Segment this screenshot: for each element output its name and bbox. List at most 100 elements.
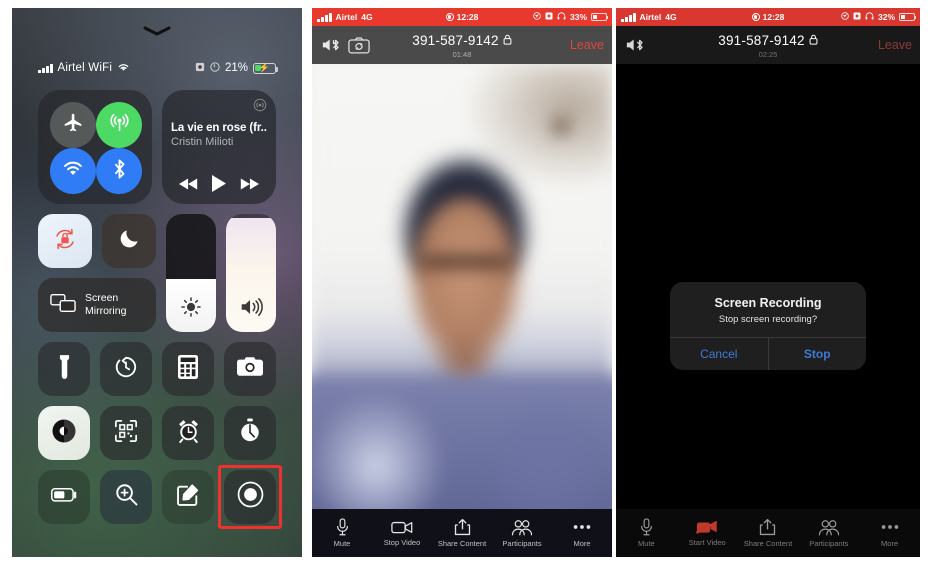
- bluetooth-toggle[interactable]: [96, 148, 142, 194]
- rewind-icon[interactable]: [178, 177, 199, 191]
- video-person-eyes: [420, 246, 510, 278]
- alert-message: Stop screen recording?: [718, 314, 818, 325]
- alarm-clock-icon: [176, 418, 201, 448]
- camera-button[interactable]: [224, 342, 276, 396]
- wifi-toggle[interactable]: [50, 148, 96, 194]
- screenshot-root: Airtel WiFi 21% ⚡ La vie en rose (fr... …: [0, 0, 938, 565]
- video-camera-icon: [391, 520, 413, 535]
- more-ellipsis-icon: [571, 518, 593, 536]
- rotation-lock-toggle[interactable]: [38, 214, 92, 268]
- toolbar-label: Share Content: [743, 539, 793, 548]
- battery-icon: [899, 13, 917, 21]
- stopwatch-icon: [238, 418, 262, 449]
- speaker-volume-icon: [226, 296, 276, 318]
- toolbar-item-more[interactable]: More: [859, 518, 920, 548]
- screen-record-indicator-icon: [195, 62, 205, 75]
- low-power-mode-toggle[interactable]: [38, 470, 90, 524]
- screen-record-indicator-icon: [751, 13, 760, 21]
- control-center-grid: La vie en rose (fr... Cristin Milioti Sc…: [38, 90, 282, 534]
- flashlight-icon: [59, 354, 70, 385]
- now-playing-pod[interactable]: La vie en rose (fr... Cristin Milioti: [162, 90, 276, 204]
- alert-overlay: Screen Recording Stop screen recording? …: [616, 64, 920, 509]
- fast-forward-icon[interactable]: [239, 177, 260, 191]
- video-feed-off[interactable]: Screen Recording Stop screen recording? …: [616, 64, 920, 509]
- toolbar-item-participants[interactable]: Participants: [798, 519, 859, 548]
- cellular-bars-icon: [38, 63, 53, 73]
- dark-mode-toggle[interactable]: [38, 406, 90, 460]
- brightness-slider[interactable]: [166, 214, 216, 332]
- speaker-mute-icon[interactable]: [320, 37, 346, 53]
- calculator-button[interactable]: [162, 342, 214, 396]
- track-artist: Cristin Milioti: [171, 136, 234, 148]
- track-title: La vie en rose (fr...: [171, 122, 267, 134]
- screen-mirroring-button[interactable]: Screen Mirroring: [38, 278, 156, 332]
- qr-code-icon: [114, 419, 138, 448]
- toolbar-item-more[interactable]: More: [552, 518, 612, 548]
- alert-stop-button[interactable]: Stop: [767, 338, 867, 370]
- speaker-mute-icon[interactable]: [624, 37, 650, 53]
- meeting-timer: 02:25: [758, 49, 778, 59]
- timer-button[interactable]: [100, 342, 152, 396]
- toolbar-item-participants[interactable]: Participants: [492, 519, 552, 548]
- battery-icon: [591, 13, 609, 21]
- do-not-disturb-toggle[interactable]: [102, 214, 156, 268]
- meeting-header: 391-587-9142 01:48 Leave: [312, 26, 612, 64]
- volume-slider[interactable]: [226, 214, 276, 332]
- lock-icon: [809, 33, 818, 48]
- toolbar-label: Participants: [502, 538, 542, 548]
- cellular-data-toggle[interactable]: [96, 102, 142, 148]
- toolbar-label: Participants: [809, 538, 849, 548]
- flip-camera-icon[interactable]: [346, 36, 372, 54]
- video-feed[interactable]: [312, 64, 612, 509]
- play-icon[interactable]: [211, 175, 226, 192]
- status-bar: Airtel 4G 12:28 33%: [312, 8, 612, 26]
- leave-button[interactable]: Leave: [570, 38, 604, 52]
- record-highlight-box: [218, 465, 282, 529]
- clock-label: 12:28: [762, 12, 785, 22]
- more-ellipsis-icon: [879, 518, 901, 536]
- ios-control-center-panel: Airtel WiFi 21% ⚡ La vie en rose (fr... …: [12, 8, 302, 557]
- moon-icon: [118, 227, 141, 255]
- alert-title: Screen Recording: [714, 296, 822, 310]
- toolbar-label: More: [573, 539, 591, 548]
- qr-scanner-button[interactable]: [100, 406, 152, 460]
- toolbar-item-share-content[interactable]: Share Content: [432, 518, 492, 548]
- meeting-id: 391-587-9142: [412, 33, 512, 48]
- toolbar-label: Mute: [333, 539, 351, 548]
- wifi-icon: [117, 62, 130, 75]
- contrast-circle-icon: [51, 418, 77, 449]
- participants-icon: [511, 519, 533, 536]
- leave-button[interactable]: Leave: [878, 38, 912, 52]
- wifi-icon: [62, 160, 84, 183]
- notes-button[interactable]: [162, 470, 214, 524]
- zoom-meeting-screen-with-alert: Airtel 4G 12:28 32% 391-587-9142 02:25 L…: [616, 8, 920, 557]
- alert-cancel-button[interactable]: Cancel: [670, 338, 768, 370]
- clock-label: 12:28: [456, 12, 479, 22]
- toolbar-item-mute[interactable]: Mute: [616, 518, 677, 548]
- chevron-down-grabber-icon[interactable]: [143, 26, 171, 36]
- status-bar: Airtel 4G 12:28 32%: [616, 8, 920, 26]
- camera-icon: [237, 356, 263, 382]
- rotation-lock-icon: [210, 61, 220, 75]
- airplay-icon[interactable]: [253, 98, 267, 112]
- video-person-shirt: [312, 375, 612, 509]
- flashlight-toggle[interactable]: [38, 342, 90, 396]
- calculator-icon: [178, 354, 198, 384]
- toolbar-item-start-video[interactable]: Start Video: [677, 520, 738, 547]
- video-camera-off-icon: [696, 520, 718, 535]
- toolbar-label: Start Video: [688, 537, 726, 547]
- airplane-mode-toggle[interactable]: [50, 102, 96, 148]
- microphone-icon: [639, 518, 654, 536]
- battery-icon: [51, 487, 77, 507]
- connectivity-pod: [38, 90, 152, 204]
- stopwatch-button[interactable]: [224, 406, 276, 460]
- rotation-lock-icon: [52, 226, 78, 257]
- toolbar-item-mute[interactable]: Mute: [312, 518, 372, 548]
- meeting-toolbar: Mute Stop Video Share Content Participan…: [312, 509, 612, 557]
- share-upload-icon: [454, 518, 471, 536]
- alarm-button[interactable]: [162, 406, 214, 460]
- battery-percent-label: 21%: [224, 62, 248, 74]
- magnifier-button[interactable]: [100, 470, 152, 524]
- toolbar-item-share-content[interactable]: Share Content: [738, 518, 799, 548]
- toolbar-item-stop-video[interactable]: Stop Video: [372, 520, 432, 547]
